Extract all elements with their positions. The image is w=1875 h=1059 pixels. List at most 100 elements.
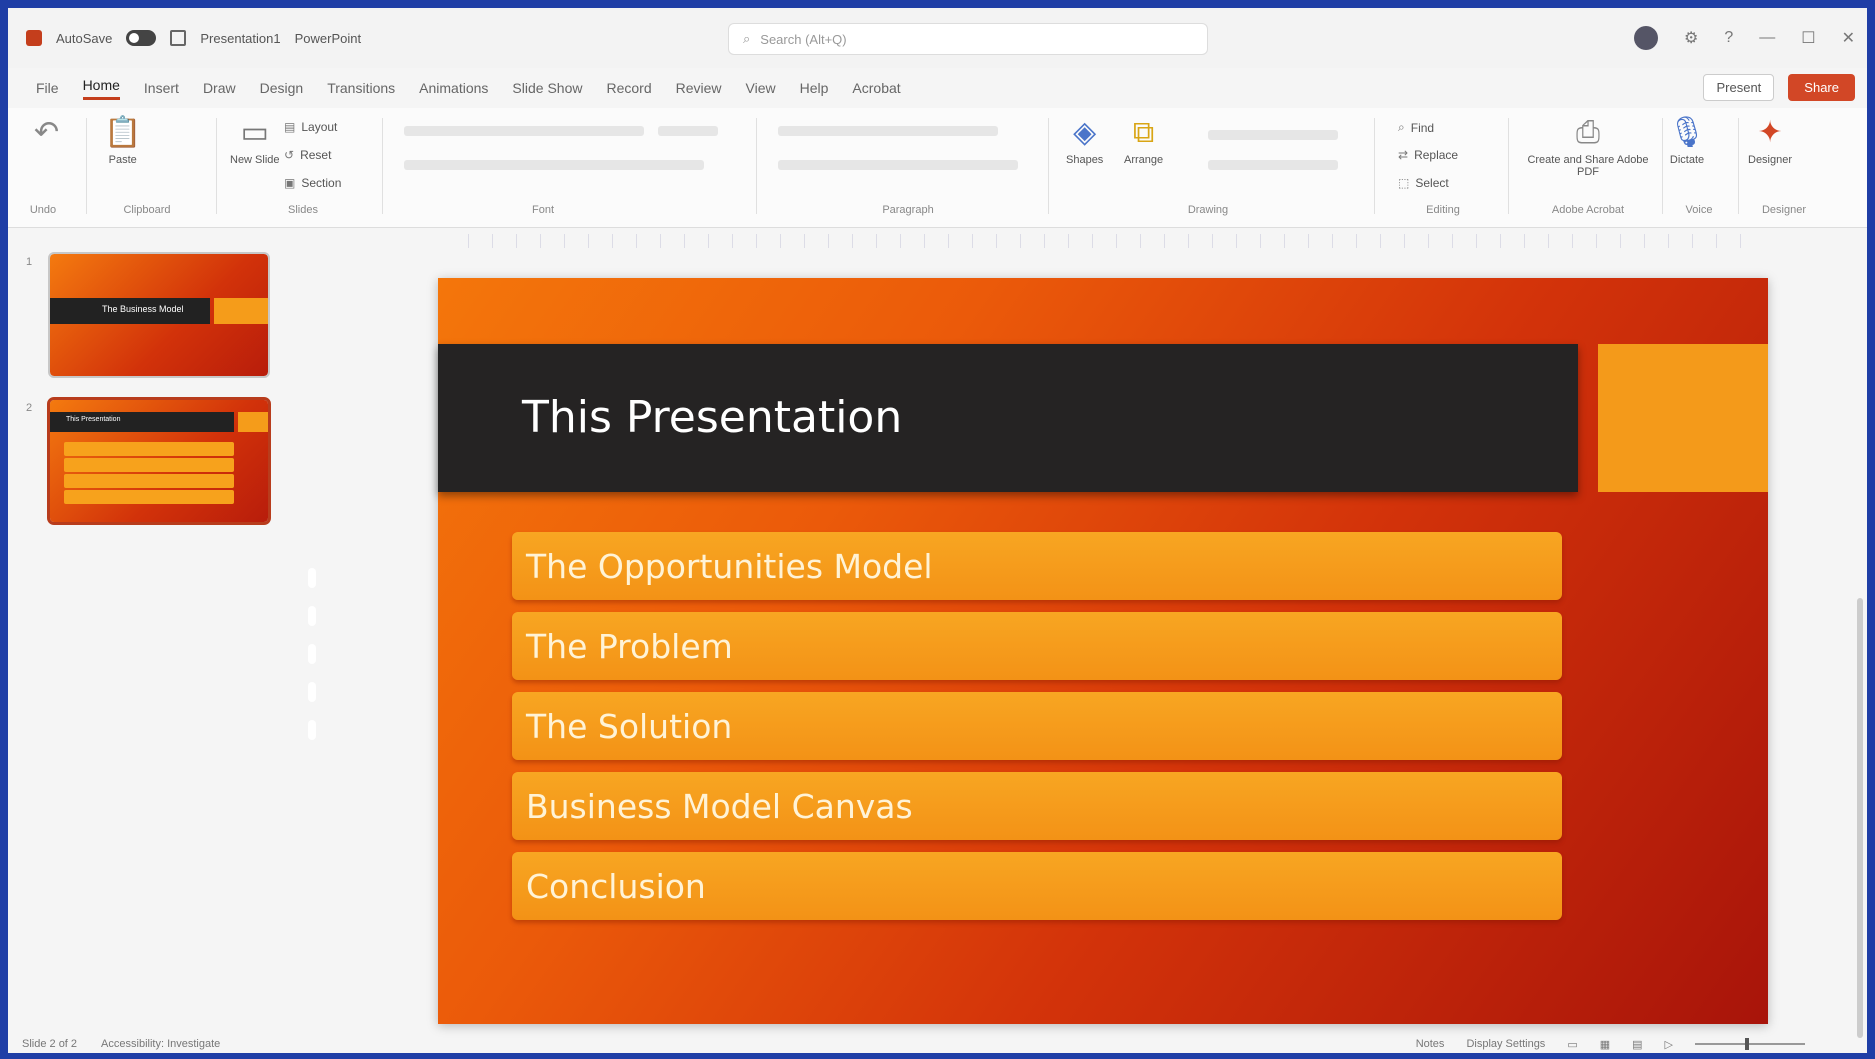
acrobat-button[interactable]: ⎙ Create and Share Adobe PDF bbox=[1518, 116, 1658, 178]
arrange-label: Arrange bbox=[1124, 154, 1164, 166]
slide-canvas[interactable]: This Presentation The Opportunities Mode… bbox=[438, 278, 1768, 1024]
zoom-slider[interactable] bbox=[1695, 1038, 1805, 1050]
paste-label: Paste bbox=[108, 154, 137, 166]
layout-button[interactable]: ▤ Layout bbox=[284, 120, 337, 134]
slideshow-icon[interactable]: ▷ bbox=[1665, 1038, 1673, 1051]
microphone-icon: 🎙 bbox=[1668, 116, 1707, 149]
list-buttons[interactable] bbox=[778, 126, 998, 136]
slide-sorter-icon[interactable]: ▦ bbox=[1600, 1038, 1610, 1051]
tab-home[interactable]: Home bbox=[82, 77, 120, 100]
search-input[interactable]: ⌕ Search (Alt+Q) bbox=[728, 23, 1208, 55]
agenda-item[interactable]: The Problem bbox=[512, 612, 1562, 680]
slide-thumbnail-1[interactable]: The Business Model bbox=[48, 252, 270, 378]
section-button[interactable]: ▣ Section bbox=[284, 176, 341, 190]
accent-square bbox=[1598, 344, 1768, 492]
layout-label: Layout bbox=[301, 120, 338, 134]
avatar[interactable] bbox=[1634, 26, 1658, 50]
group-label-acrobat: Adobe Acrobat bbox=[1551, 204, 1625, 216]
status-bar: Slide 2 of 2 Accessibility: Investigate … bbox=[8, 1035, 1867, 1053]
layout-icon: ▤ bbox=[284, 120, 296, 134]
select-icon: ⬚ bbox=[1398, 176, 1410, 190]
display-settings-button[interactable]: Display Settings bbox=[1466, 1038, 1545, 1050]
replace-icon: ⇄ bbox=[1398, 148, 1409, 162]
dictate-button[interactable]: 🎙 Dictate bbox=[1668, 116, 1706, 166]
tab-insert[interactable]: Insert bbox=[144, 80, 179, 96]
thumbnail-number: 2 bbox=[26, 402, 33, 414]
tab-view[interactable]: View bbox=[746, 80, 776, 96]
autosave-label: AutoSave bbox=[56, 30, 113, 46]
arrange-button[interactable]: ⧉ Arrange bbox=[1124, 116, 1163, 166]
reading-view-icon[interactable]: ▤ bbox=[1632, 1038, 1642, 1051]
powerpoint-logo-icon bbox=[26, 30, 42, 46]
shapes-button[interactable]: ◈ Shapes bbox=[1066, 116, 1103, 166]
present-button[interactable]: Present bbox=[1703, 74, 1775, 101]
agenda-item[interactable]: The Opportunities Model bbox=[512, 532, 1562, 600]
agenda-item[interactable]: Business Model Canvas bbox=[512, 772, 1562, 840]
paste-icon: 📋 bbox=[104, 116, 142, 149]
select-label: Select bbox=[1415, 176, 1449, 190]
arrange-icon: ⧉ bbox=[1132, 116, 1155, 149]
tab-slide-show[interactable]: Slide Show bbox=[512, 80, 582, 96]
help-icon[interactable]: ? bbox=[1724, 29, 1733, 47]
close-icon[interactable]: ✕ bbox=[1842, 28, 1855, 48]
vertical-scrollbar[interactable] bbox=[1857, 598, 1863, 1038]
tab-transitions[interactable]: Transitions bbox=[327, 80, 395, 96]
autosave-toggle[interactable] bbox=[126, 30, 157, 46]
ribbon-tabs: File Home Insert Draw Design Transitions… bbox=[8, 68, 1867, 108]
agenda-item[interactable]: The Solution bbox=[512, 692, 1562, 760]
designer-icon: ✦ bbox=[1757, 116, 1783, 149]
file-name[interactable]: Presentation1 bbox=[200, 31, 280, 46]
group-label-editing: Editing bbox=[1426, 204, 1460, 216]
paste-button[interactable]: 📋 Paste bbox=[104, 116, 141, 166]
slide-thumbnail-2[interactable]: This Presentation bbox=[47, 397, 271, 525]
tab-draw[interactable]: Draw bbox=[203, 80, 236, 96]
alignment-buttons[interactable] bbox=[778, 160, 1018, 170]
tab-acrobat[interactable]: Acrobat bbox=[852, 80, 900, 96]
find-label: Find bbox=[1410, 120, 1435, 135]
group-label-designer: Designer bbox=[1761, 204, 1807, 216]
slide-info: Slide 2 of 2 bbox=[22, 1038, 78, 1050]
acrobat-label: Create and Share Adobe PDF bbox=[1527, 154, 1649, 178]
maximize-icon[interactable]: ☐ bbox=[1801, 28, 1815, 48]
share-button[interactable]: Share bbox=[1788, 74, 1855, 101]
undo-button[interactable]: ↶ bbox=[34, 116, 59, 150]
section-icon: ▣ bbox=[284, 176, 296, 190]
agenda-item[interactable]: Conclusion bbox=[512, 852, 1562, 920]
slide-title[interactable]: This Presentation bbox=[522, 392, 902, 443]
replace-button[interactable]: ⇄ Replace bbox=[1398, 148, 1458, 162]
undo-icon: ↶ bbox=[34, 116, 60, 149]
tab-review[interactable]: Review bbox=[676, 80, 722, 96]
select-button[interactable]: ⬚ Select bbox=[1398, 176, 1449, 190]
title-band: This Presentation bbox=[438, 344, 1578, 492]
pdf-icon: ⎙ bbox=[1576, 116, 1600, 149]
thumbnail-number: 1 bbox=[26, 256, 33, 268]
find-icon: ⌕ bbox=[1398, 120, 1405, 134]
shape-outline-button[interactable] bbox=[1208, 160, 1338, 170]
find-button[interactable]: ⌕ Find bbox=[1398, 120, 1434, 135]
shape-fill-button[interactable] bbox=[1208, 130, 1338, 140]
accessibility-status[interactable]: Accessibility: Investigate bbox=[101, 1038, 220, 1050]
new-slide-button[interactable]: ▭ New Slide bbox=[230, 116, 280, 166]
search-icon: ⌕ bbox=[743, 31, 751, 46]
tab-file[interactable]: File bbox=[36, 80, 59, 96]
reset-button[interactable]: ↺ Reset bbox=[284, 148, 331, 162]
designer-button[interactable]: ✦ Designer bbox=[1748, 116, 1792, 166]
horizontal-ruler bbox=[468, 234, 1758, 248]
tab-design[interactable]: Design bbox=[260, 80, 304, 96]
tab-help[interactable]: Help bbox=[800, 80, 829, 96]
font-name-dropdown[interactable] bbox=[404, 126, 644, 136]
group-label-voice: Voice bbox=[1685, 204, 1713, 216]
font-size-dropdown[interactable] bbox=[658, 126, 718, 136]
reset-icon: ↺ bbox=[284, 148, 295, 162]
reset-label: Reset bbox=[300, 148, 332, 162]
replace-label: Replace bbox=[1414, 148, 1459, 162]
font-format-buttons[interactable] bbox=[404, 160, 704, 170]
settings-icon[interactable]: ⚙ bbox=[1684, 28, 1698, 48]
ribbon: ↶ Undo 📋 Paste Clipboard ▭ New Slide ▤ La… bbox=[8, 108, 1867, 228]
save-icon[interactable] bbox=[170, 30, 187, 46]
notes-button[interactable]: Notes bbox=[1416, 1038, 1445, 1050]
tab-animations[interactable]: Animations bbox=[419, 80, 488, 96]
tab-record[interactable]: Record bbox=[606, 80, 651, 96]
minimize-icon[interactable]: — bbox=[1759, 29, 1775, 47]
normal-view-icon[interactable]: ▭ bbox=[1567, 1038, 1577, 1051]
